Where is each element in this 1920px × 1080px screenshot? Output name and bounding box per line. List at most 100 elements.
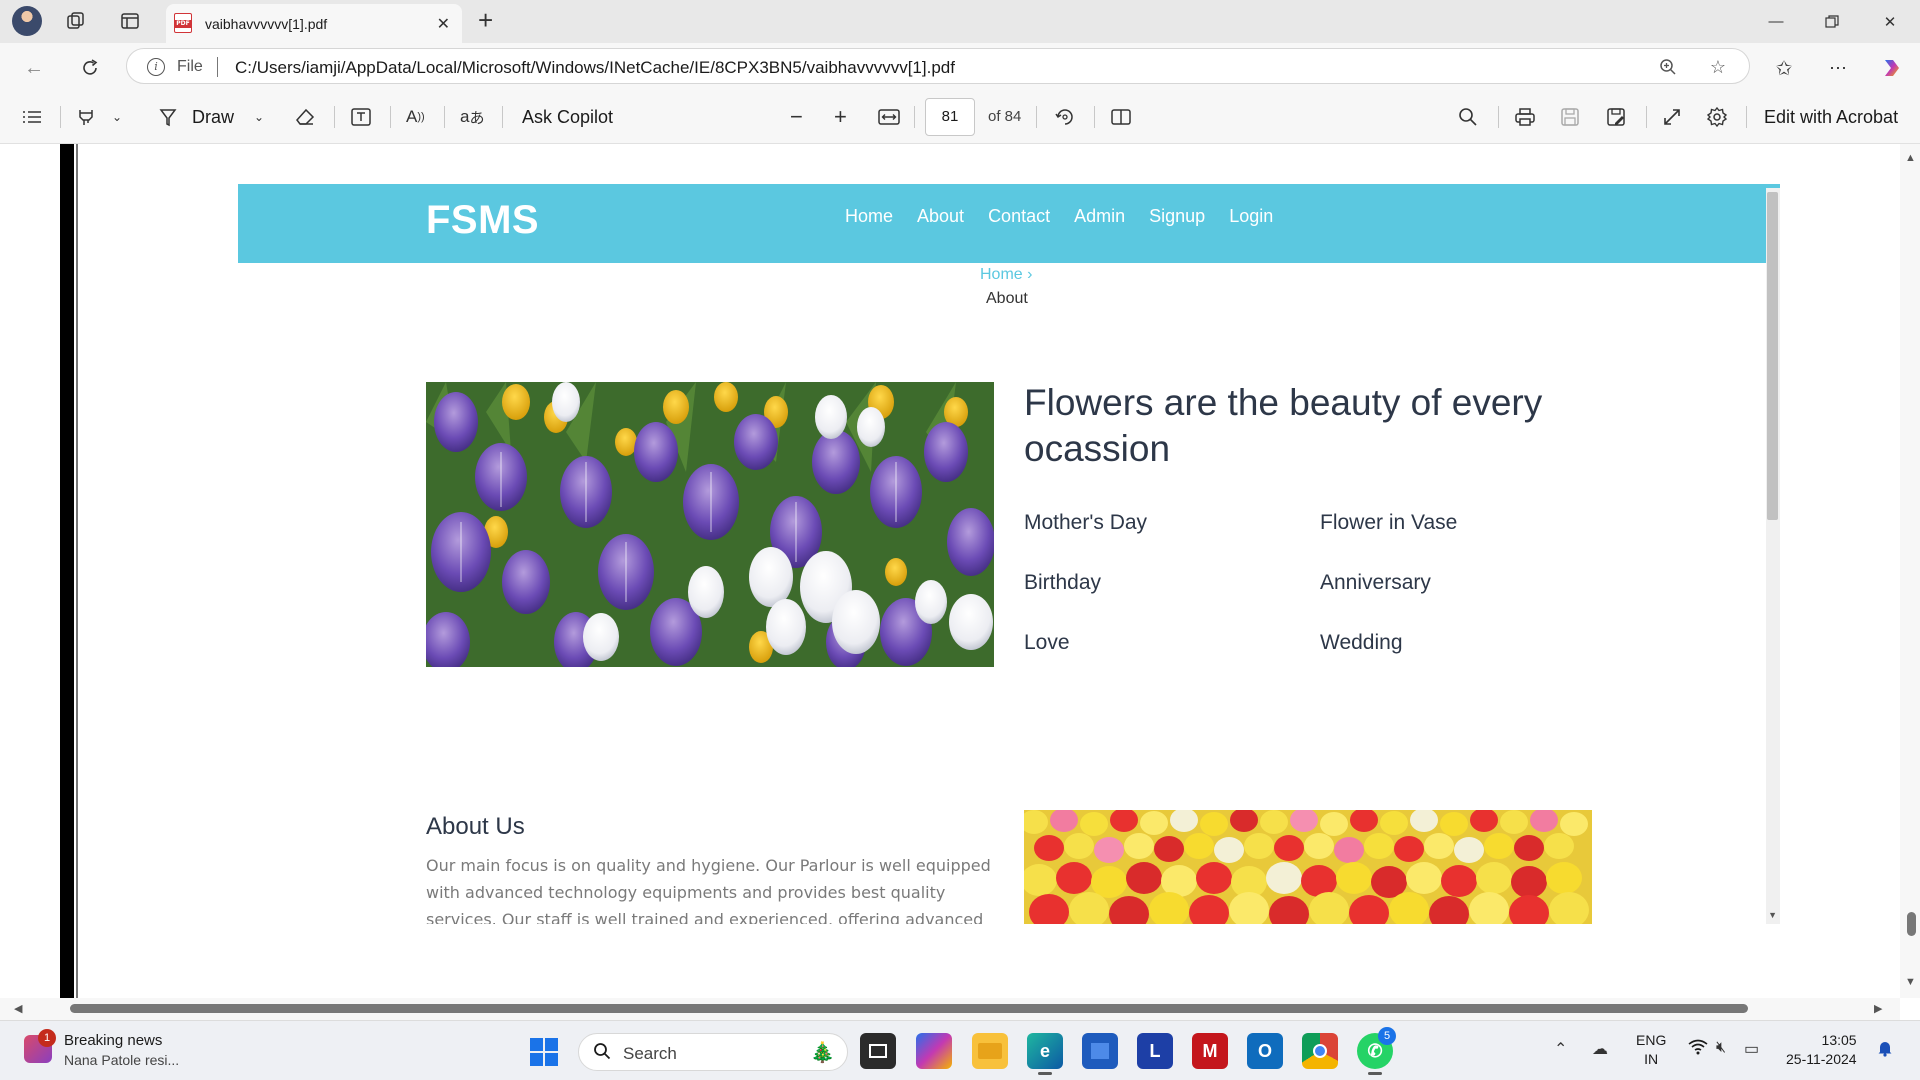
divider (1746, 106, 1747, 128)
volume-muted-icon[interactable]: 🔇︎ (1716, 1039, 1726, 1057)
text-box-icon[interactable] (350, 104, 372, 130)
close-window-button[interactable]: ✕ (1862, 0, 1918, 43)
news-badge: 1 (38, 1029, 56, 1047)
tulips-image (1024, 810, 1592, 924)
news-title[interactable]: Breaking news (64, 1032, 162, 1049)
breadcrumb-current: About (986, 290, 1028, 307)
minimize-button[interactable]: — (1748, 0, 1804, 43)
chevron-down-icon[interactable]: ⌄ (254, 104, 264, 130)
highlight-icon[interactable] (76, 104, 96, 130)
restore-button[interactable] (1804, 0, 1860, 43)
zoom-icon[interactable] (1657, 56, 1679, 78)
language-code: ENG (1636, 1032, 1667, 1048)
divider (334, 106, 335, 128)
divider (60, 106, 61, 128)
more-options-icon[interactable]: ⋯ (1822, 52, 1854, 84)
notification-bell-icon[interactable] (1876, 1039, 1894, 1062)
zoom-out-button[interactable]: − (790, 104, 803, 130)
page-number-input[interactable]: 81 (925, 98, 975, 136)
menu-item-about[interactable]: About (917, 206, 964, 227)
mcafee-icon[interactable]: M (1192, 1033, 1228, 1069)
divider (914, 106, 915, 128)
copilot-icon[interactable] (1876, 52, 1908, 84)
zoom-in-button[interactable]: + (834, 104, 847, 130)
workspaces-icon[interactable] (62, 8, 90, 34)
search-icon[interactable] (1458, 104, 1478, 130)
start-windows-icon[interactable] (530, 1038, 558, 1066)
refresh-button[interactable] (74, 52, 106, 84)
profile-avatar[interactable] (12, 6, 42, 36)
translate-icon[interactable]: aあ (460, 104, 484, 130)
url-text[interactable]: C:/Users/iamji/AppData/Local/Microsoft/W… (235, 58, 955, 78)
task-view-icon[interactable] (860, 1033, 896, 1069)
file-explorer-icon[interactable] (972, 1033, 1008, 1069)
favorites-icon[interactable]: ✩ (1768, 52, 1800, 84)
menu-item-signup[interactable]: Signup (1149, 206, 1205, 227)
info-icon[interactable]: i (147, 58, 165, 76)
page-view-icon[interactable] (1110, 104, 1132, 130)
save-as-icon[interactable] (1606, 104, 1626, 130)
news-subtitle[interactable]: Nana Patole resi... (64, 1052, 179, 1068)
back-button[interactable]: ← (18, 52, 50, 84)
favorite-star-icon[interactable]: ☆ (1707, 56, 1729, 78)
ask-copilot-button[interactable]: Ask Copilot (522, 104, 613, 130)
rotate-icon[interactable] (1054, 104, 1076, 130)
active-tab[interactable]: vaibhavvvvvv[1].pdf ✕ (166, 4, 462, 43)
l-app-icon[interactable]: L (1137, 1033, 1173, 1069)
ask-copilot-label: Ask Copilot (522, 106, 614, 127)
crocus-flowers-image (426, 382, 994, 667)
fit-width-icon[interactable] (877, 104, 901, 130)
save-icon[interactable] (1560, 104, 1580, 130)
clock[interactable]: 13:05 25-11-2024 (1786, 1031, 1857, 1069)
language-indicator[interactable]: ENG IN (1636, 1031, 1666, 1069)
battery-icon[interactable]: ▭ (1744, 1039, 1759, 1059)
fullscreen-icon[interactable] (1662, 104, 1682, 130)
breadcrumb-home[interactable]: Home › (980, 266, 1032, 284)
pdf-viewer[interactable]: FSMS Home About Contact Admin Signup Log… (0, 144, 1920, 1020)
store-icon[interactable] (1082, 1033, 1118, 1069)
outlook-icon[interactable]: O (1247, 1033, 1283, 1069)
close-tab-icon[interactable]: ✕ (437, 14, 450, 34)
show-hidden-icons-chevron-icon[interactable]: ⌃ (1554, 1039, 1567, 1059)
horizontal-scroll-thumb[interactable] (70, 1004, 1748, 1013)
eraser-icon[interactable] (294, 104, 316, 130)
copilot-app-icon[interactable] (916, 1033, 952, 1069)
chrome-icon[interactable] (1302, 1033, 1338, 1069)
read-aloud-icon[interactable]: A)) (406, 104, 425, 130)
contents-icon[interactable] (22, 104, 42, 130)
occasion-item: Mother's Day (1024, 511, 1148, 534)
taskbar-search[interactable]: Search 🎄 (578, 1033, 848, 1071)
about-us-heading: About Us (426, 813, 525, 840)
settings-gear-icon[interactable] (1706, 104, 1728, 130)
scroll-up-arrow-icon[interactable]: ▲ (1905, 152, 1916, 164)
scroll-left-arrow-icon[interactable]: ◀ (14, 1002, 22, 1015)
new-tab-button[interactable]: + (478, 6, 493, 34)
vertical-scroll-thumb[interactable] (1907, 912, 1916, 936)
divider (390, 106, 391, 128)
wifi-icon[interactable] (1688, 1039, 1708, 1060)
divider (1498, 106, 1499, 128)
browser-tab-bar: vaibhavvvvvv[1].pdf ✕ + — ✕ (0, 0, 1920, 43)
vertical-tabs-icon[interactable] (116, 8, 144, 34)
scroll-down-arrow-icon[interactable]: ▼ (1905, 976, 1916, 988)
menu-item-home[interactable]: Home (845, 206, 893, 227)
occasion-item: Love (1024, 631, 1070, 654)
scroll-right-arrow-icon[interactable]: ▶ (1874, 1002, 1882, 1015)
edit-with-acrobat-button[interactable]: Edit with Acrobat (1764, 104, 1898, 130)
edit-with-acrobat-label: Edit with Acrobat (1764, 106, 1899, 127)
menu-item-contact[interactable]: Contact (988, 206, 1050, 227)
menu-item-login[interactable]: Login (1229, 206, 1273, 227)
menu-item-admin[interactable]: Admin (1074, 206, 1125, 227)
draw-button[interactable]: Draw (158, 104, 234, 130)
vertical-scrollbar[interactable]: ▲ ▼ (1900, 144, 1920, 998)
chevron-down-icon[interactable]: ⌄ (112, 104, 122, 130)
url-field[interactable]: i File C:/Users/iamji/AppData/Local/Micr… (126, 48, 1750, 84)
onedrive-cloud-icon[interactable]: ☁ (1592, 1039, 1608, 1059)
edge-browser-icon[interactable]: e (1027, 1033, 1063, 1075)
print-icon[interactable] (1514, 104, 1536, 130)
pdf-page-content: FSMS Home About Contact Admin Signup Log… (238, 184, 1780, 924)
search-icon (594, 1043, 611, 1060)
horizontal-scrollbar[interactable]: ◀ ▶ (0, 998, 1900, 1020)
occasion-item: Anniversary (1320, 571, 1431, 594)
page-edge (60, 144, 78, 998)
